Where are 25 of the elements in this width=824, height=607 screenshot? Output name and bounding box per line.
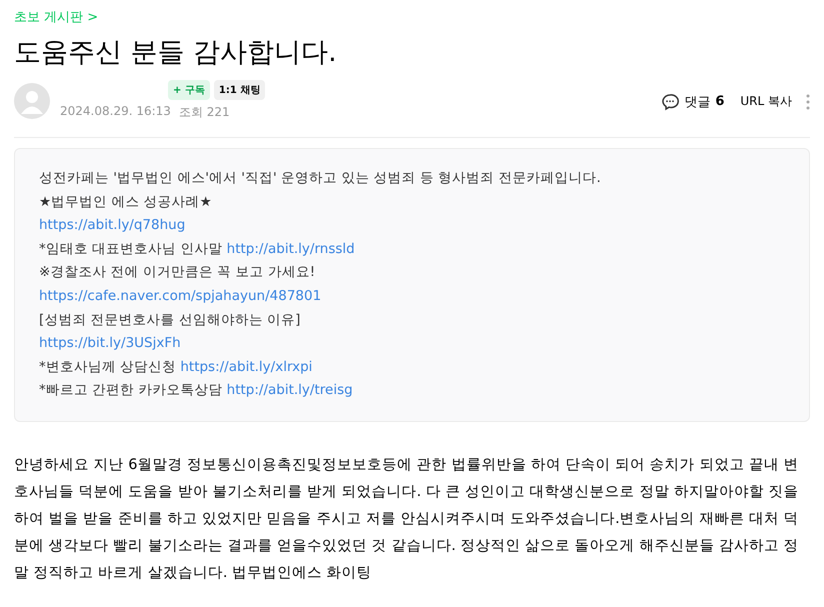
notice-text: ※경찰조사 전에 이거만큼은 꼭 보고 가세요! bbox=[39, 264, 316, 280]
notice-link[interactable]: https://abit.ly/q78hug bbox=[39, 217, 186, 234]
board-link[interactable]: 초보 게시판 > bbox=[14, 8, 98, 26]
post-title: 도움주신 분들 감사합니다. bbox=[14, 36, 338, 70]
avatar-icon bbox=[14, 82, 50, 118]
notice-link[interactable]: https://abit.ly/xlrxpi bbox=[180, 358, 312, 375]
notice-text: *빠르고 간편한 카카오톡상담 bbox=[39, 382, 222, 398]
notice-link[interactable]: https://bit.ly/3USjxFh bbox=[39, 335, 181, 352]
notice-text: ★법무법인 에스 성공사례★ bbox=[39, 194, 212, 210]
notice-link[interactable]: http://abit.ly/rnssld bbox=[226, 240, 355, 257]
notice-text: *임태호 대표변호사님 인사말 bbox=[39, 240, 222, 257]
copy-url-button[interactable]: URL 복사 bbox=[730, 93, 792, 110]
notice-text: [성범죄 전문변호사를 선임해야하는 이유] bbox=[39, 312, 300, 328]
more-icon[interactable] bbox=[806, 94, 810, 110]
notice-link[interactable]: https://cafe.naver.com/spjahayun/487801 bbox=[39, 288, 322, 304]
comments-button[interactable]: 댓글 6 bbox=[661, 92, 724, 110]
view-count: 조회 221 bbox=[178, 104, 230, 121]
post-body: 안녕하세요 지난 6월말경 정보통신이용촉진및정보보호등에 관한 법률위반을 하여 단속이 되어 송치가 되었고 끝내 변호사님들 덕분에 도움을 받아 불기소처리를 받게 되었습니다. 다 큰 성인이고 대학생신분으로 정말 하지말아야할 짓을 하여 벌을 받을 준비를 하고 있었지만 믿음을 주시고 저를 안심시켜주시며 도와주셨습니다.변호사님의 재빠른 대처 덕분에 생각보다 빨리 불기소라는 결과를 얻을수있었던 것 같습니다. 정상적인 삶으로 돌아오게 해주신분들 감사하고 정말 정직하고 바르게 살겠습니다. 법무법인에스 화이팅 bbox=[14, 456, 800, 583]
notice-text: *변호사님께 상담신청 bbox=[39, 358, 176, 375]
subscribe-button[interactable]: + 구독 bbox=[168, 80, 210, 100]
speech-bubble-icon bbox=[661, 92, 680, 110]
notice-link[interactable]: http://abit.ly/treisg bbox=[226, 382, 353, 398]
post-date: 2024.08.29. 16:13 bbox=[60, 104, 171, 120]
notice-text: 성전카페는 '법무법인 에스'에서 '직접' 운영하고 있는 성범죄 등 형사범죄 전문카페입니다. bbox=[39, 170, 601, 186]
chat-button[interactable]: 1:1 채팅 bbox=[214, 80, 266, 100]
